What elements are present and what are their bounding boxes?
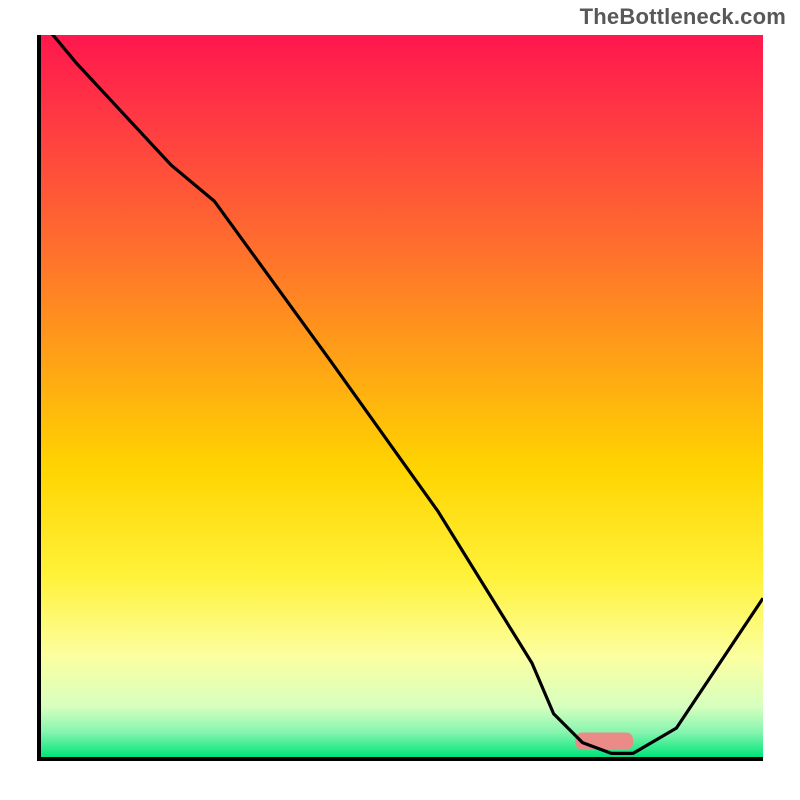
chart-svg bbox=[41, 35, 763, 757]
watermark-text: TheBottleneck.com bbox=[580, 4, 786, 30]
plot-axes bbox=[37, 35, 763, 761]
optimal-marker bbox=[575, 733, 633, 750]
chart-frame: TheBottleneck.com bbox=[0, 0, 800, 800]
plot-area bbox=[41, 35, 763, 757]
